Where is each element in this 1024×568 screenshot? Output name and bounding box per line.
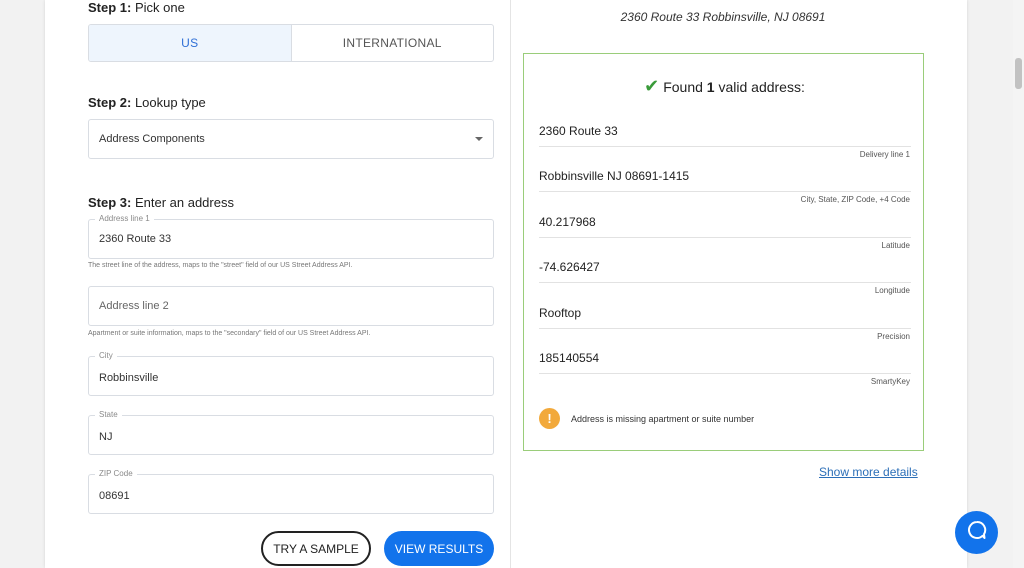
- page-scrollbar[interactable]: [1013, 0, 1024, 568]
- try-sample-button[interactable]: TRY A SAMPLE: [261, 531, 371, 566]
- result-value: Rooftop: [539, 306, 582, 320]
- country-toggle: US INTERNATIONAL: [88, 24, 494, 62]
- address-line-1-help: The street line of the address, maps to …: [88, 262, 353, 269]
- address-heading: 2360 Route 33 Robbinsville, NJ 08691: [620, 10, 826, 24]
- warning-text: Address is missing apartment or suite nu…: [571, 413, 755, 424]
- zip-label: ZIP Code: [95, 469, 137, 478]
- step1-heading: Step 1: Pick one: [88, 0, 185, 15]
- exclamation-icon: !: [539, 408, 560, 429]
- chat-button[interactable]: [955, 511, 998, 554]
- tab-us[interactable]: US: [89, 25, 292, 61]
- result-label: City, State, ZIP Code, +4 Code: [800, 195, 910, 204]
- city-field[interactable]: City Robbinsville: [88, 351, 494, 396]
- state-field[interactable]: State NJ: [88, 410, 494, 455]
- show-more-details-link[interactable]: Show more details: [819, 465, 918, 479]
- zip-field[interactable]: ZIP Code 08691: [88, 469, 494, 514]
- result-label: Precision: [877, 332, 910, 341]
- lookup-type-value: Address Components: [99, 133, 205, 145]
- result-row: 2360 Route 33: [539, 120, 911, 147]
- step1-text: Pick one: [131, 0, 185, 15]
- step3-text: Enter an address: [131, 195, 234, 210]
- chat-bubble-icon: [966, 519, 988, 546]
- address-line-2-field[interactable]: Address line 2: [88, 286, 494, 326]
- state-value: NJ: [99, 431, 113, 443]
- address-line-2-help: Apartment or suite information, maps to …: [88, 330, 371, 337]
- address-line-1-value: 2360 Route 33: [99, 233, 172, 245]
- result-value: 2360 Route 33: [539, 124, 618, 138]
- found-suffix: valid address:: [714, 79, 805, 95]
- warning-message: ! Address is missing apartment or suite …: [539, 408, 754, 429]
- zip-value: 08691: [99, 490, 130, 502]
- tab-international[interactable]: INTERNATIONAL: [292, 25, 494, 61]
- result-row: Robbinsville NJ 08691-1415: [539, 165, 911, 192]
- result-value: 40.217968: [539, 215, 596, 229]
- step2-prefix: Step 2:: [88, 95, 132, 110]
- found-prefix: Found: [663, 79, 707, 95]
- step2-text: Lookup type: [131, 95, 206, 110]
- result-label: SmartyKey: [870, 377, 910, 386]
- column-divider: [510, 0, 511, 568]
- result-value: 185140554: [539, 351, 600, 365]
- step1-prefix: Step 1:: [88, 0, 132, 15]
- step3-heading: Step 3: Enter an address: [88, 195, 234, 210]
- address-line-1-label: Address line 1: [95, 214, 154, 223]
- found-heading: ✔ Found 1 valid address:: [524, 76, 925, 97]
- result-row: 185140554: [539, 347, 911, 374]
- city-value: Robbinsville: [99, 372, 159, 384]
- result-value: -74.626427: [539, 260, 600, 274]
- result-label: Delivery line 1: [859, 150, 910, 159]
- view-results-button[interactable]: VIEW RESULTS: [384, 531, 494, 566]
- step2-heading: Step 2: Lookup type: [88, 95, 206, 110]
- address-line-1-field[interactable]: Address line 1 2360 Route 33: [88, 214, 494, 259]
- checkmark-icon: ✔: [644, 76, 660, 96]
- found-count: 1: [706, 79, 715, 95]
- step3-prefix: Step 3:: [88, 195, 132, 210]
- scroll-thumb[interactable]: [1015, 58, 1022, 89]
- result-row: Rooftop: [539, 302, 911, 329]
- address-line-2-placeholder: Address line 2: [99, 300, 169, 312]
- result-label: Longitude: [874, 286, 910, 295]
- result-row: -74.626427: [539, 256, 911, 283]
- state-label: State: [95, 410, 122, 419]
- result-label: Latitude: [881, 241, 910, 250]
- result-value: Robbinsville NJ 08691-1415: [539, 169, 690, 183]
- city-label: City: [95, 351, 117, 360]
- result-panel: ✔ Found 1 valid address: 2360 Route 33 De…: [523, 53, 924, 451]
- lookup-type-select[interactable]: Address Components: [88, 119, 494, 159]
- caret-down-icon: [475, 137, 483, 141]
- result-row: 40.217968: [539, 211, 911, 238]
